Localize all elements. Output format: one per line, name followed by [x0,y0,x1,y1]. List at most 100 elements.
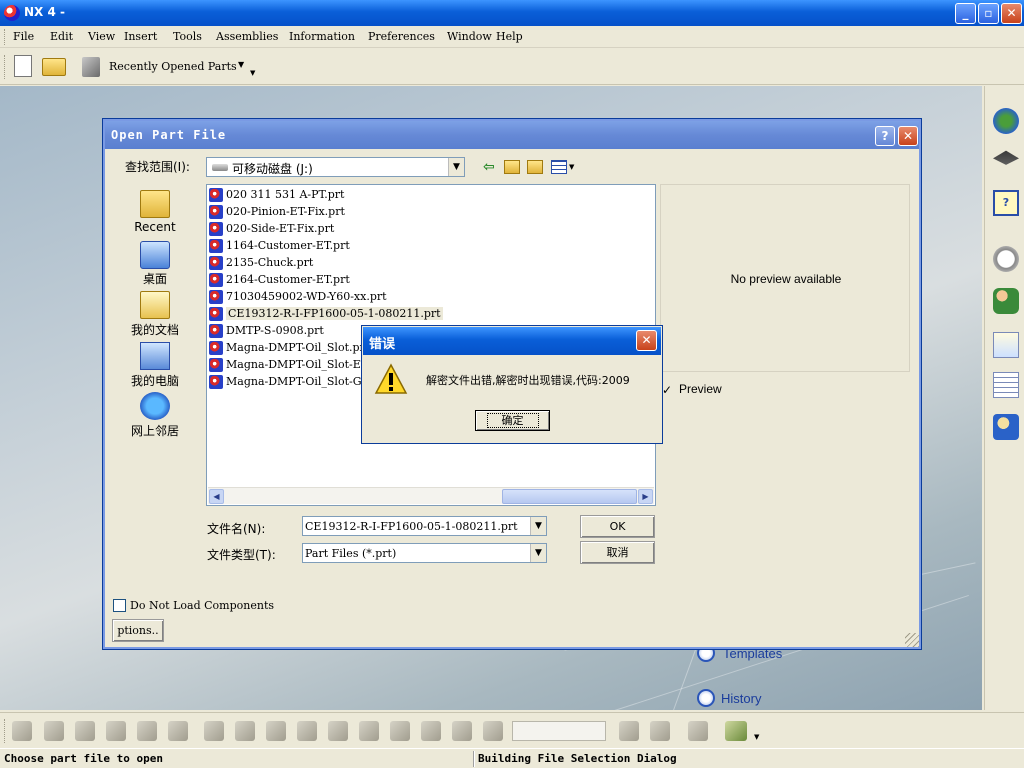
filename-input[interactable]: CE19312-R-I-FP1600-05-1-080211.prt [305,520,518,533]
menu-assemblies[interactable]: Assemblies [216,30,278,43]
error-title-bar: 错误 ✕ [363,327,661,355]
roles-icon[interactable] [993,288,1019,314]
menu-preferences[interactable]: Preferences [368,30,435,43]
menu-insert[interactable]: Insert [124,30,157,43]
error-ok-button[interactable]: 确定 [475,410,550,431]
no-load-components-checkbox[interactable] [113,599,126,612]
explode-icon[interactable] [359,721,379,741]
scroll-left-icon[interactable]: ◀ [209,489,224,504]
menu-file[interactable]: File [13,30,34,43]
reuse-library-icon[interactable] [993,414,1019,440]
constraint-icon[interactable] [328,721,348,741]
title-bar: NX 4 - _ ▫ ✕ [0,0,1024,26]
explode-icon[interactable] [390,721,410,741]
menu-information[interactable]: Information [289,30,355,43]
reposition-icon[interactable] [266,721,286,741]
assembly-tool-icon[interactable] [44,721,64,741]
status-bar: Choose part file to open Building File S… [0,748,1024,768]
nx-part-icon [209,222,223,236]
mirror-icon[interactable] [297,721,317,741]
add-component-icon[interactable] [204,721,224,741]
toolbar-overflow-icon[interactable]: ▼ [754,733,759,741]
preview-checkbox-label[interactable]: Preview [679,382,722,396]
dialog-close-button[interactable]: ✕ [898,126,918,146]
look-in-combo[interactable]: 可移动磁盘 (J:) ▼ [206,157,465,177]
menu-window[interactable]: Window [447,30,492,43]
explode-icon[interactable] [452,721,472,741]
no-preview-text: No preview available [730,272,842,286]
ok-button[interactable]: OK [580,515,655,538]
horizontal-scrollbar[interactable]: ◀ ▶ [208,487,654,504]
menu-view[interactable]: View [88,30,115,43]
assembly-tool-icon[interactable] [137,721,157,741]
sequence-icon[interactable] [619,721,639,741]
view-menu-icon[interactable] [551,160,567,174]
places-my-computer[interactable]: 我的电脑 [125,372,185,389]
look-in-dropdown-icon[interactable]: ▼ [448,158,464,176]
system-materials-icon[interactable] [993,372,1019,398]
assembly-navigator-icon[interactable] [725,721,747,741]
minimize-button[interactable]: _ [955,3,976,24]
clearance-icon[interactable] [688,721,708,741]
assembly-tool-icon[interactable] [75,721,95,741]
error-close-button[interactable]: ✕ [636,330,657,351]
training-icon[interactable] [993,150,1019,165]
status-separator [473,751,475,767]
places-my-documents[interactable]: 我的文档 [125,321,185,338]
places-network[interactable]: 网上邻居 [125,422,185,439]
assembly-tool-icon[interactable] [168,721,188,741]
history-link[interactable]: History [721,691,761,706]
recently-opened-parts-button[interactable]: Recently Opened Parts [109,60,237,73]
cancel-button[interactable]: 取消 [580,541,655,564]
assembly-tool-icon[interactable] [12,721,32,741]
places-desktop[interactable]: 桌面 [125,270,185,287]
preview-check-icon[interactable]: ✓ [662,383,672,397]
web-browser-icon[interactable] [993,108,1019,134]
new-folder-icon[interactable] [527,160,543,174]
templates-palette-icon[interactable] [993,332,1019,358]
close-button[interactable]: ✕ [1001,3,1022,24]
new-component-icon[interactable] [235,721,255,741]
my-computer-icon[interactable] [140,342,170,370]
network-icon[interactable] [140,392,170,420]
explode-icon[interactable] [483,721,503,741]
history-clock-icon[interactable] [993,246,1019,272]
explode-icon[interactable] [421,721,441,741]
desktop-icon[interactable] [140,241,170,269]
filename-label: 文件名(N): [207,522,266,536]
menu-help[interactable]: Help [496,30,523,43]
places-recent[interactable]: Recent [125,220,185,234]
new-file-icon[interactable] [14,55,32,77]
up-folder-icon[interactable] [504,160,520,174]
recent-folder-icon[interactable] [140,190,170,218]
filetype-combo[interactable]: Part Files (*.prt) ▼ [302,543,547,563]
status-message: Building File Selection Dialog [478,752,677,765]
resize-grip-icon[interactable] [905,633,919,647]
filename-combo[interactable]: CE19312-R-I-FP1600-05-1-080211.prt ▼ [302,516,547,536]
scroll-right-icon[interactable]: ▶ [638,489,653,504]
sequence-icon[interactable] [650,721,670,741]
recent-parts-icon[interactable] [82,57,100,77]
toolbar-overflow-icon[interactable]: ▼ [250,69,255,77]
open-folder-icon[interactable] [42,58,66,76]
filename-dropdown-icon[interactable]: ▼ [530,517,546,535]
no-load-components-label[interactable]: Do Not Load Components [130,599,274,612]
help-icon[interactable]: ? [993,190,1019,216]
filetype-dropdown-icon[interactable]: ▼ [530,544,546,562]
dialog-help-button[interactable]: ? [875,126,895,146]
explosion-select[interactable] [512,721,606,741]
restore-button[interactable]: ▫ [978,3,999,24]
options-button[interactable]: ptions.. [112,619,164,642]
filetype-label: 文件类型(T): [207,548,276,562]
drive-icon [212,164,228,171]
menu-edit[interactable]: Edit [50,30,73,43]
view-menu-dropdown-icon[interactable]: ▼ [569,163,574,171]
menu-tools[interactable]: Tools [173,30,202,43]
window-title: NX 4 - [24,5,65,19]
scroll-thumb[interactable] [502,489,637,504]
recent-dropdown-icon[interactable]: ▼ [238,60,244,69]
assembly-tool-icon[interactable] [106,721,126,741]
back-arrow-icon[interactable]: ⇦ [483,159,495,175]
my-documents-icon[interactable] [140,291,170,319]
history-icon[interactable] [697,689,715,707]
